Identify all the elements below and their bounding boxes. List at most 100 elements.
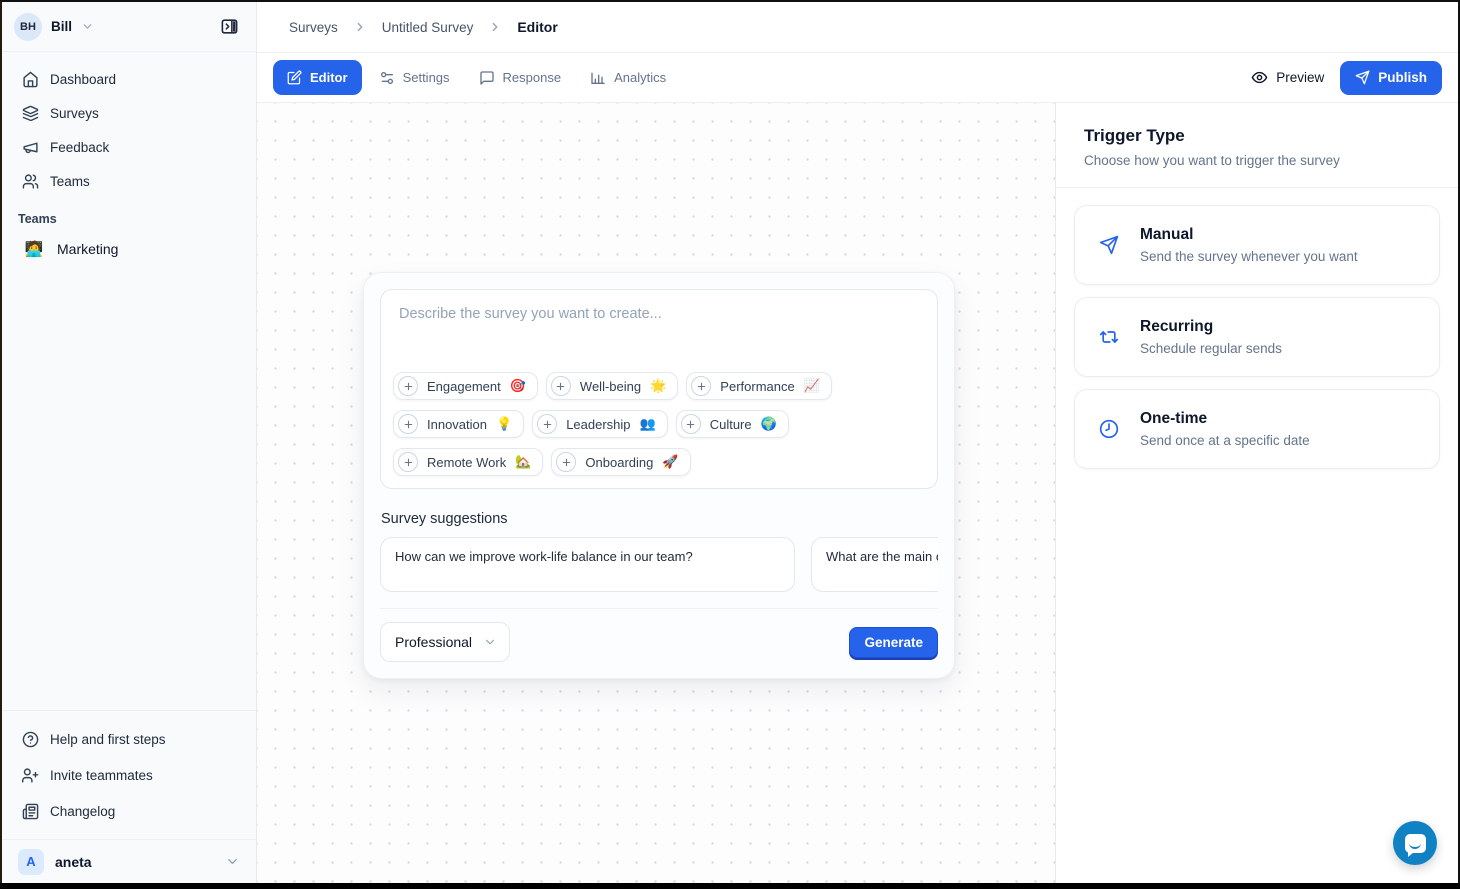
trigger-option-description: Send once at a specific date — [1140, 433, 1310, 448]
sidebar-item-changelog[interactable]: Changelog — [14, 793, 244, 829]
chip-well-being[interactable]: Well-being 🌟 — [546, 372, 678, 400]
suggestion-card[interactable]: How can we improve work-life balance in … — [380, 537, 795, 592]
account-name: aneta — [55, 854, 92, 870]
globe-emoji-icon: 🌍 — [761, 416, 777, 432]
busts-emoji-icon: 👥 — [640, 416, 656, 432]
chevron-right-icon — [353, 20, 367, 34]
sliders-icon — [379, 70, 395, 86]
chip-culture[interactable]: Culture 🌍 — [676, 410, 789, 438]
chip-label: Culture — [710, 417, 752, 432]
send-icon — [1355, 70, 1370, 85]
plus-circle-icon — [551, 376, 571, 396]
trigger-option-one-time[interactable]: One-time Send once at a specific date — [1074, 389, 1440, 469]
app-window: BH Bill Dashboard Surv — [2, 2, 1458, 883]
chevron-down-icon — [81, 20, 94, 33]
sidebar-item-label: Dashboard — [50, 72, 116, 87]
tab-editor[interactable]: Editor — [273, 60, 362, 95]
trigger-option-title: Manual — [1140, 226, 1358, 244]
workspace-switcher[interactable]: BH Bill — [2, 2, 256, 52]
team-name: Marketing — [57, 241, 118, 257]
send-icon — [1099, 235, 1119, 255]
editor-canvas[interactable]: Engagement 🎯 Well-being 🌟 Performance 📈 — [257, 103, 1056, 883]
workspace-avatar: BH — [14, 13, 42, 41]
chip-innovation[interactable]: Innovation 💡 — [393, 410, 524, 438]
breadcrumb-surveys[interactable]: Surveys — [289, 20, 338, 35]
sidebar-item-label: Teams — [50, 174, 90, 189]
light-bulb-emoji-icon: 💡 — [496, 416, 512, 432]
chat-widget-button[interactable] — [1393, 821, 1437, 865]
publish-button[interactable]: Publish — [1340, 61, 1442, 95]
plus-circle-icon — [398, 414, 418, 434]
chat-bubble-icon — [1405, 834, 1426, 853]
sidebar-item-label: Help and first steps — [50, 732, 166, 747]
tone-select[interactable]: Professional — [380, 622, 510, 662]
layers-icon — [22, 105, 39, 122]
tab-label: Analytics — [614, 70, 666, 85]
chart-up-emoji-icon: 📈 — [804, 378, 820, 394]
sidebar-item-surveys[interactable]: Surveys — [14, 96, 244, 130]
panel-collapse-icon — [220, 17, 239, 36]
tone-value: Professional — [395, 634, 472, 650]
account-menu[interactable]: A aneta — [2, 839, 256, 883]
sidebar-item-dashboard[interactable]: Dashboard — [14, 62, 244, 96]
sidebar-nav: Dashboard Surveys Feedback Teams — [2, 52, 256, 198]
plus-circle-icon — [398, 452, 418, 472]
tab-label: Settings — [403, 70, 450, 85]
house-emoji-icon: 🏡 — [515, 454, 531, 470]
chip-label: Performance — [720, 379, 794, 394]
suggestions-row: How can we improve work-life balance in … — [380, 537, 938, 592]
survey-prompt-box: Engagement 🎯 Well-being 🌟 Performance 📈 — [380, 289, 938, 489]
collapse-sidebar-button[interactable] — [214, 12, 244, 42]
chip-remote-work[interactable]: Remote Work 🏡 — [393, 448, 543, 476]
repeat-icon — [1099, 327, 1119, 347]
panel-subtitle: Choose how you want to trigger the surve… — [1084, 153, 1430, 168]
suggestions-title: Survey suggestions — [380, 511, 938, 527]
tab-analytics[interactable]: Analytics — [578, 60, 678, 95]
chip-label: Leadership — [566, 417, 630, 432]
message-square-icon — [479, 70, 495, 86]
chip-label: Onboarding — [585, 455, 653, 470]
trigger-option-manual[interactable]: Manual Send the survey whenever you want — [1074, 205, 1440, 285]
trigger-option-title: One-time — [1140, 410, 1310, 428]
suggestion-card[interactable]: What are the main ob — [811, 537, 938, 592]
generate-button[interactable]: Generate — [849, 627, 938, 658]
sidebar-item-marketing[interactable]: 🧑‍💻 Marketing — [14, 232, 244, 266]
generator-footer: Professional Generate — [380, 608, 938, 662]
chevron-right-icon — [488, 20, 502, 34]
home-icon — [22, 71, 39, 88]
chip-performance[interactable]: Performance 📈 — [686, 372, 832, 400]
tab-label: Editor — [310, 70, 348, 85]
trigger-option-description: Send the survey whenever you want — [1140, 249, 1358, 264]
topic-chips: Engagement 🎯 Well-being 🌟 Performance 📈 — [393, 372, 925, 476]
plus-circle-icon — [691, 376, 711, 396]
sidebar-item-label: Changelog — [50, 804, 115, 819]
chip-label: Remote Work — [427, 455, 506, 470]
preview-button[interactable]: Preview — [1251, 69, 1324, 86]
teams-section-label: Teams — [2, 198, 256, 232]
sidebar-item-invite[interactable]: Invite teammates — [14, 757, 244, 793]
window-bottom-edge — [0, 883, 1460, 889]
technologist-emoji-icon: 🧑‍💻 — [24, 240, 44, 258]
tab-response[interactable]: Response — [467, 60, 574, 95]
trigger-type-panel: Trigger Type Choose how you want to trig… — [1056, 103, 1458, 883]
trigger-options: Manual Send the survey whenever you want… — [1056, 188, 1458, 498]
breadcrumb-survey-title[interactable]: Untitled Survey — [382, 20, 474, 35]
sidebar-spacer — [2, 266, 256, 710]
sidebar-item-feedback[interactable]: Feedback — [14, 130, 244, 164]
chip-onboarding[interactable]: Onboarding 🚀 — [551, 448, 690, 476]
plus-circle-icon — [681, 414, 701, 434]
editor-toolbar: Editor Settings Response Analytics — [257, 53, 1458, 103]
survey-prompt-input[interactable] — [393, 302, 925, 372]
trigger-panel-header: Trigger Type Choose how you want to trig… — [1056, 103, 1458, 188]
sidebar-item-teams[interactable]: Teams — [14, 164, 244, 198]
sidebar: BH Bill Dashboard Surv — [2, 2, 257, 883]
breadcrumb: Surveys Untitled Survey Editor — [257, 2, 1458, 53]
survey-generator-card: Engagement 🎯 Well-being 🌟 Performance 📈 — [363, 272, 955, 679]
chip-leadership[interactable]: Leadership 👥 — [532, 410, 668, 438]
breadcrumb-editor: Editor — [517, 19, 557, 35]
publish-label: Publish — [1378, 70, 1427, 85]
tab-settings[interactable]: Settings — [367, 60, 462, 95]
trigger-option-recurring[interactable]: Recurring Schedule regular sends — [1074, 297, 1440, 377]
sidebar-item-help[interactable]: Help and first steps — [14, 721, 244, 757]
chip-engagement[interactable]: Engagement 🎯 — [393, 372, 538, 400]
